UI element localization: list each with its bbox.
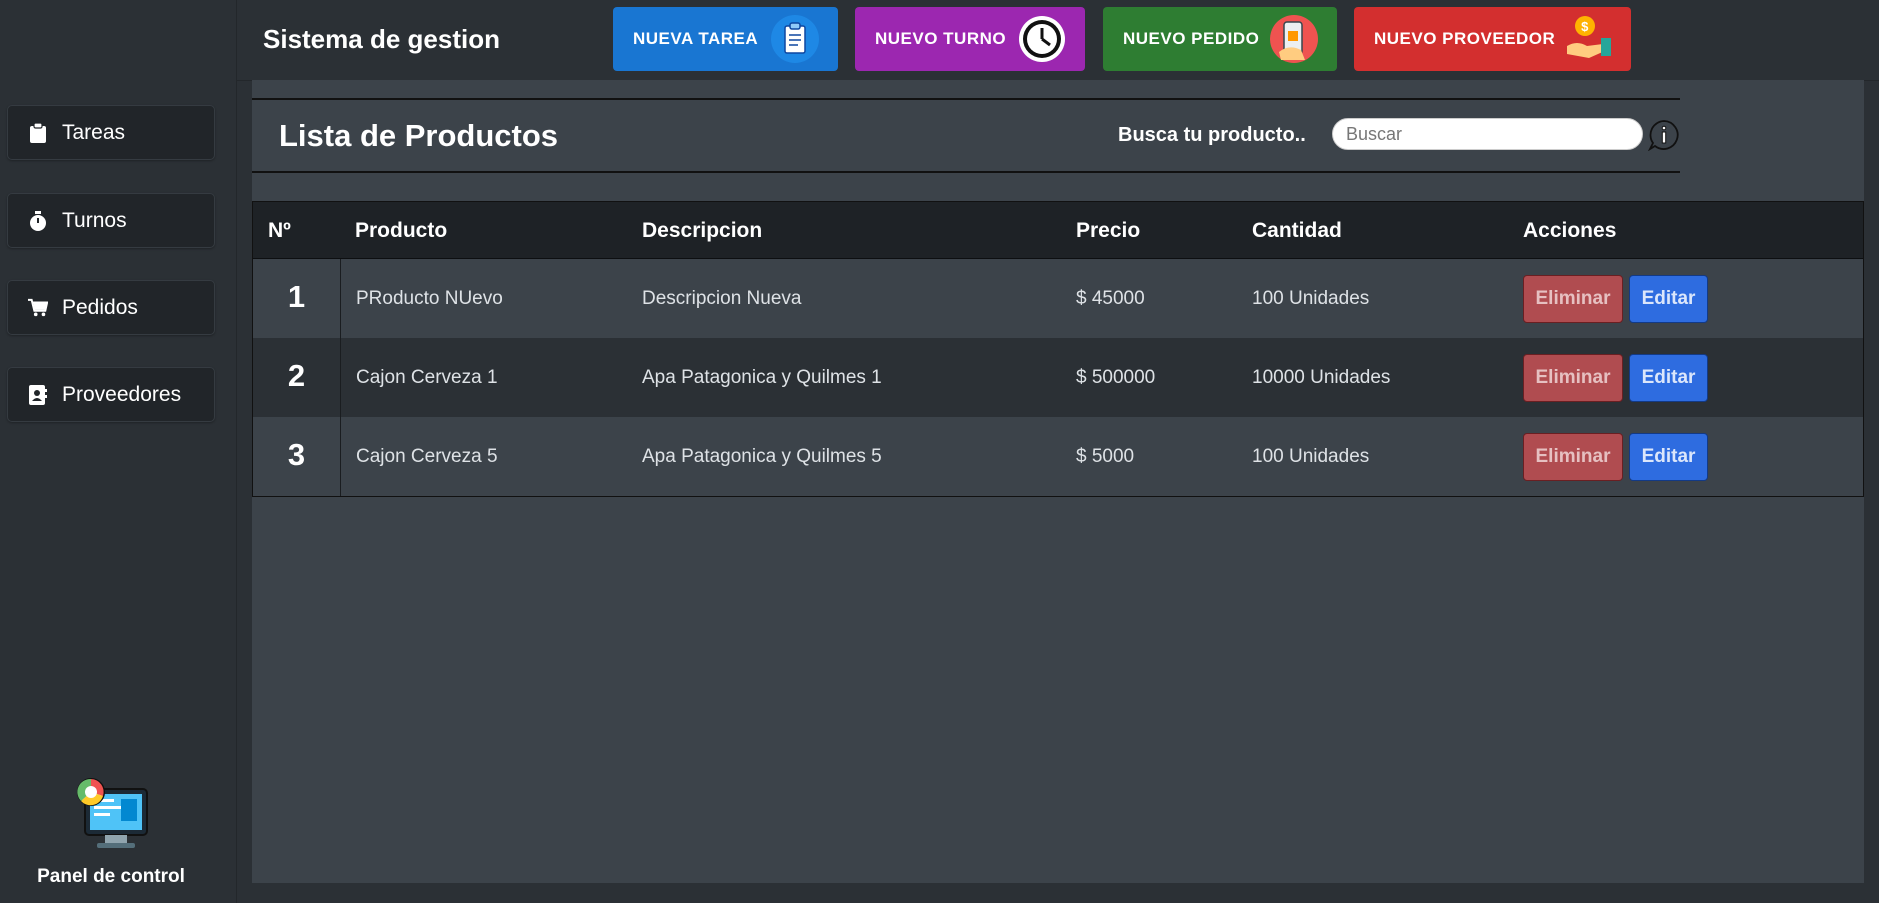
sidebar-item-label: Pedidos [62, 295, 138, 319]
table-header: Nº Producto Descripcion Precio Cantidad … [253, 202, 1863, 259]
product-price: $ 5000 [1076, 446, 1135, 467]
clipboard-icon [28, 122, 48, 144]
products-table: Nº Producto Descripcion Precio Cantidad … [252, 201, 1864, 497]
stopwatch-icon [28, 210, 48, 232]
row-number-cell: 2 [253, 338, 341, 417]
panel-de-control[interactable]: Panel de control [0, 775, 222, 888]
nuevo-turno-button[interactable]: NUEVO TURNO [855, 7, 1085, 71]
product-price: $ 500000 [1076, 367, 1156, 388]
row-number: 1 [287, 279, 306, 314]
column-header: Producto [355, 219, 448, 242]
nuevo-proveedor-button[interactable]: NUEVO PROVEEDOR $ [1354, 7, 1631, 71]
column-header: Precio [1076, 219, 1141, 242]
nuevo-proveedor-label: NUEVO PROVEEDOR [1374, 29, 1556, 48]
clock-icon [1017, 14, 1067, 64]
edit-button[interactable]: Editar [1629, 275, 1708, 323]
row-number: 2 [287, 358, 306, 393]
search-input[interactable] [1332, 118, 1643, 150]
svg-text:$: $ [1581, 19, 1589, 34]
panel-label: Panel de control [37, 866, 185, 887]
clipboard-icon [770, 14, 820, 64]
dashboard-monitor-icon [71, 778, 151, 857]
phone-order-icon [1269, 14, 1319, 64]
cart-icon [28, 297, 48, 319]
column-header: Nº [268, 219, 291, 242]
table-row: 2 Cajon Cerveza 1 Apa Patagonica y Quilm… [253, 338, 1863, 417]
column-header: Descripcion [642, 219, 763, 242]
product-description: Apa Patagonica y Quilmes 5 [642, 446, 882, 467]
edit-button[interactable]: Editar [1629, 354, 1708, 402]
delete-button[interactable]: Eliminar [1523, 433, 1623, 481]
nuevo-pedido-label: NUEVO PEDIDO [1123, 29, 1260, 48]
product-description: Descripcion Nueva [642, 288, 802, 309]
product-name: Cajon Cerveza 1 [356, 367, 498, 388]
table-row: 1 PRoducto NUevo Descripcion Nueva $ 450… [253, 259, 1863, 338]
delete-button[interactable]: Eliminar [1523, 275, 1623, 323]
sidebar-item-turnos[interactable]: Turnos [7, 193, 215, 248]
hand-money-icon: $ [1563, 14, 1613, 64]
sidebar: Tareas Turnos Pedidos Proveedores Panel … [0, 0, 237, 903]
page-title: Lista de Productos [279, 118, 559, 153]
search-label: Busca tu producto.. [1118, 124, 1306, 146]
info-icon[interactable] [1647, 119, 1680, 152]
nueva-tarea-label: NUEVA TAREA [633, 29, 759, 48]
product-quantity: 100 Unidades [1252, 446, 1370, 467]
product-quantity: 10000 Unidades [1252, 367, 1391, 388]
row-number-cell: 1 [253, 259, 341, 338]
sidebar-item-label: Turnos [62, 208, 127, 232]
sidebar-item-pedidos[interactable]: Pedidos [7, 280, 215, 335]
delete-button[interactable]: Eliminar [1523, 354, 1623, 402]
nueva-tarea-button[interactable]: NUEVA TAREA [613, 7, 838, 71]
table-row: 3 Cajon Cerveza 5 Apa Patagonica y Quilm… [253, 417, 1863, 496]
nuevo-pedido-button[interactable]: NUEVO PEDIDO [1103, 7, 1337, 71]
title-bar: Lista de Productos Busca tu producto.. [252, 98, 1680, 173]
row-number: 3 [287, 437, 306, 472]
product-name: Cajon Cerveza 5 [356, 446, 498, 467]
column-header: Acciones [1523, 219, 1617, 242]
app-title: Sistema de gestion [263, 24, 500, 54]
nuevo-turno-label: NUEVO TURNO [875, 29, 1007, 48]
product-price: $ 45000 [1076, 288, 1145, 309]
sidebar-item-proveedores[interactable]: Proveedores [7, 367, 215, 422]
edit-button[interactable]: Editar [1629, 433, 1708, 481]
sidebar-item-label: Tareas [62, 120, 126, 144]
product-quantity: 100 Unidades [1252, 288, 1370, 309]
product-description: Apa Patagonica y Quilmes 1 [642, 367, 882, 388]
contact-book-icon [28, 384, 48, 406]
product-name: PRoducto NUevo [356, 288, 503, 309]
column-header: Cantidad [1252, 219, 1342, 242]
top-header: Sistema de gestion NUEVA TAREA NUEVO TUR… [237, 0, 1879, 81]
sidebar-item-tareas[interactable]: Tareas [7, 105, 215, 160]
sidebar-item-label: Proveedores [62, 382, 182, 406]
main-content: Lista de Productos Busca tu producto.. N… [252, 80, 1864, 883]
row-number-cell: 3 [253, 417, 341, 496]
